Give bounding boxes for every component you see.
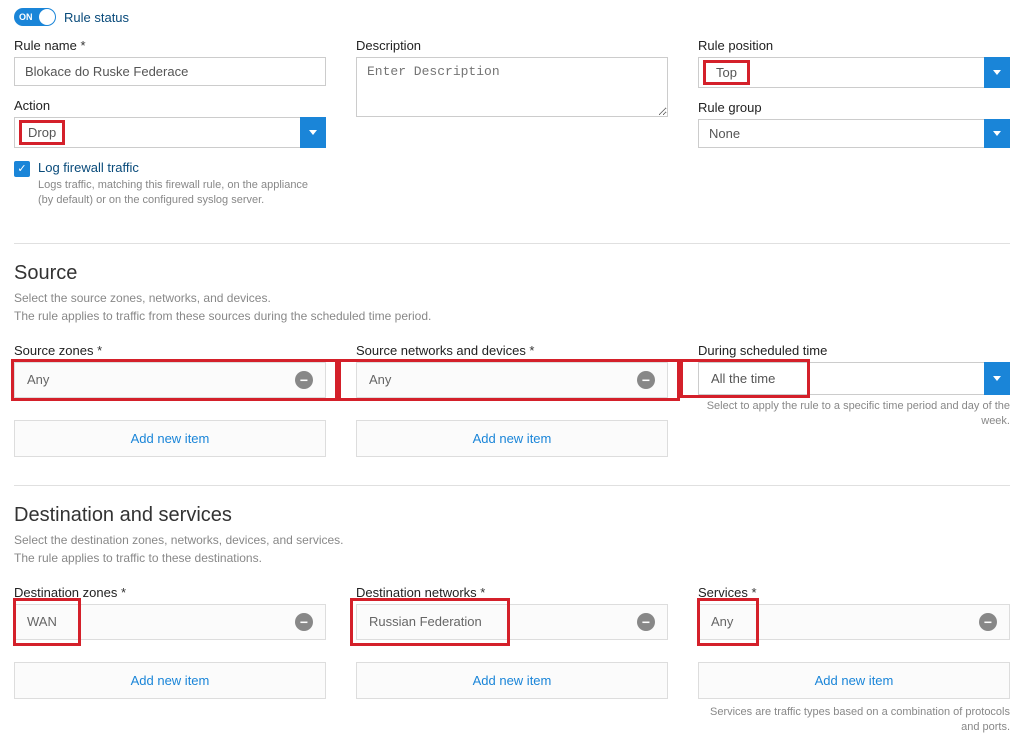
toggle-knob bbox=[39, 9, 55, 25]
check-icon: ✓ bbox=[17, 164, 26, 175]
action-label: Action bbox=[14, 98, 326, 113]
dest-networks-label: Destination networks bbox=[356, 585, 668, 600]
source-row: Source zones Any Add new item Source net… bbox=[14, 343, 1010, 463]
source-zones-col: Source zones Any Add new item bbox=[14, 343, 326, 463]
dest-desc-1: Select the destination zones, networks, … bbox=[14, 533, 344, 547]
log-traffic-row: ✓ Log firewall traffic Logs traffic, mat… bbox=[14, 160, 326, 209]
schedule-help: Select to apply the rule to a specific t… bbox=[698, 399, 1010, 430]
destination-section: Destination and services Select the dest… bbox=[14, 504, 1010, 736]
source-zones-label: Source zones bbox=[14, 343, 326, 358]
action-caret[interactable] bbox=[300, 117, 326, 148]
services-add[interactable]: Add new item bbox=[698, 662, 1010, 699]
rule-position-select[interactable]: Top bbox=[698, 57, 1010, 88]
services-label: Services bbox=[698, 585, 1010, 600]
rule-group-caret[interactable] bbox=[984, 119, 1010, 148]
toggle-on-label: ON bbox=[19, 12, 33, 22]
schedule-value: All the time bbox=[711, 371, 775, 386]
schedule-label: During scheduled time bbox=[698, 343, 1010, 358]
col-right: Rule position Top Rule group None bbox=[698, 38, 1010, 221]
description-label: Description bbox=[356, 38, 668, 53]
dest-zones-label: Destination zones bbox=[14, 585, 326, 600]
dest-networks-item[interactable]: Russian Federation bbox=[356, 604, 668, 640]
source-desc-1: Select the source zones, networks, and d… bbox=[14, 291, 271, 305]
description-textarea[interactable] bbox=[356, 57, 668, 117]
rule-group-label: Rule group bbox=[698, 100, 1010, 115]
rule-group-select[interactable]: None bbox=[698, 119, 1010, 148]
dest-desc-2: The rule applies to traffic to these des… bbox=[14, 551, 262, 565]
services-help: Services are traffic types based on a co… bbox=[698, 705, 1010, 736]
schedule-caret[interactable] bbox=[984, 362, 1010, 395]
dest-networks-value: Russian Federation bbox=[369, 614, 482, 629]
source-title: Source bbox=[14, 262, 1010, 285]
services-item[interactable]: Any bbox=[698, 604, 1010, 640]
col-left: Rule name Action Drop ✓ Log firewall tra… bbox=[14, 38, 326, 221]
source-zones-item[interactable]: Any bbox=[14, 362, 326, 398]
dest-networks-add[interactable]: Add new item bbox=[356, 662, 668, 699]
col-mid: Description bbox=[356, 38, 668, 221]
services-col: Services Any Add new item Services are t… bbox=[698, 585, 1010, 736]
destination-desc: Select the destination zones, networks, … bbox=[14, 531, 1010, 567]
source-networks-col: Source networks and devices Any Add new … bbox=[356, 343, 668, 463]
rule-status-row: ON Rule status bbox=[14, 8, 1010, 26]
rule-status-label: Rule status bbox=[64, 10, 129, 25]
rule-name-label: Rule name bbox=[14, 38, 326, 53]
remove-icon[interactable] bbox=[979, 613, 997, 631]
divider-1 bbox=[14, 243, 1010, 244]
remove-icon[interactable] bbox=[637, 613, 655, 631]
schedule-col: During scheduled time All the time Selec… bbox=[698, 343, 1010, 463]
form-row-1: Rule name Action Drop ✓ Log firewall tra… bbox=[14, 38, 1010, 221]
dest-zones-col: Destination zones WAN Add new item bbox=[14, 585, 326, 736]
source-zones-add[interactable]: Add new item bbox=[14, 420, 326, 457]
schedule-select[interactable]: All the time bbox=[698, 362, 1010, 395]
remove-icon[interactable] bbox=[637, 371, 655, 389]
remove-icon[interactable] bbox=[295, 371, 313, 389]
action-value: Drop bbox=[19, 120, 65, 145]
rule-position-label: Rule position bbox=[698, 38, 1010, 53]
divider-2 bbox=[14, 485, 1010, 486]
chevron-down-icon bbox=[993, 70, 1001, 75]
rule-name-input[interactable] bbox=[14, 57, 326, 86]
dest-zones-value: WAN bbox=[27, 614, 57, 629]
source-section: Source Select the source zones, networks… bbox=[14, 262, 1010, 463]
dest-networks-col: Destination networks Russian Federation … bbox=[356, 585, 668, 736]
source-networks-label: Source networks and devices bbox=[356, 343, 668, 358]
destination-title: Destination and services bbox=[14, 504, 1010, 527]
source-networks-value: Any bbox=[369, 372, 391, 387]
source-networks-item[interactable]: Any bbox=[356, 362, 668, 398]
log-traffic-help: Logs traffic, matching this firewall rul… bbox=[38, 178, 326, 209]
chevron-down-icon bbox=[309, 130, 317, 135]
rule-position-value: Top bbox=[703, 60, 750, 85]
source-zones-value: Any bbox=[27, 372, 49, 387]
chevron-down-icon bbox=[993, 376, 1001, 381]
action-select[interactable]: Drop bbox=[14, 117, 326, 148]
rule-position-caret[interactable] bbox=[984, 57, 1010, 88]
source-desc-2: The rule applies to traffic from these s… bbox=[14, 309, 431, 323]
remove-icon[interactable] bbox=[295, 613, 313, 631]
dest-zones-item[interactable]: WAN bbox=[14, 604, 326, 640]
dest-zones-add[interactable]: Add new item bbox=[14, 662, 326, 699]
destination-row: Destination zones WAN Add new item Desti… bbox=[14, 585, 1010, 736]
source-desc: Select the source zones, networks, and d… bbox=[14, 289, 1010, 325]
log-traffic-label: Log firewall traffic bbox=[38, 160, 326, 175]
services-value: Any bbox=[711, 614, 733, 629]
chevron-down-icon bbox=[993, 131, 1001, 136]
rule-status-toggle[interactable]: ON bbox=[14, 8, 56, 26]
log-traffic-checkbox[interactable]: ✓ bbox=[14, 161, 30, 177]
source-networks-add[interactable]: Add new item bbox=[356, 420, 668, 457]
rule-group-value: None bbox=[698, 119, 984, 148]
